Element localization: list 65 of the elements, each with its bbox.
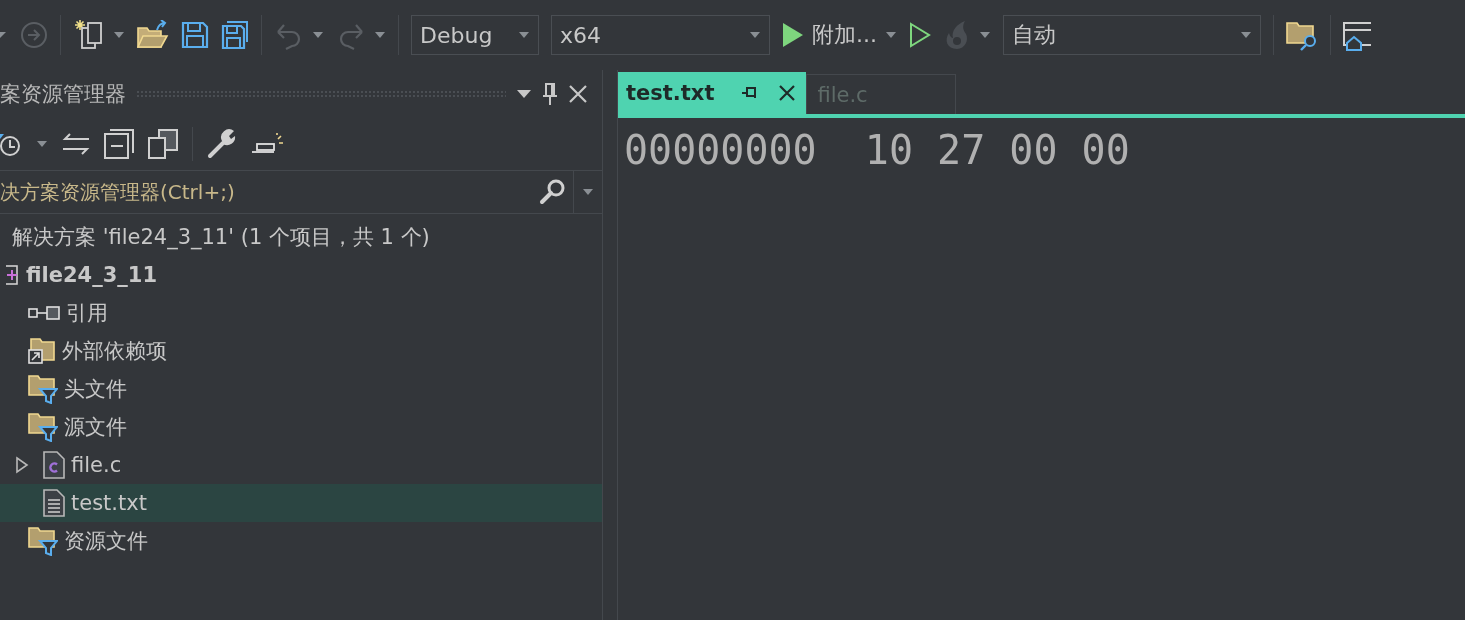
tree-item-label: 资源文件	[64, 528, 148, 555]
save-icon[interactable]	[181, 21, 209, 49]
save-all-icon[interactable]	[221, 21, 249, 49]
caret-icon[interactable]	[979, 31, 991, 39]
tree-item-label: 头文件	[64, 376, 127, 403]
text-file-icon	[43, 489, 65, 517]
new-project-icon[interactable]	[73, 19, 105, 51]
tree-item-label: test.txt	[71, 491, 147, 515]
tab-label: test.txt	[626, 81, 715, 105]
tree-row[interactable]: 资源文件	[0, 522, 602, 560]
folder-search-icon[interactable]	[1286, 19, 1318, 51]
copy-pages-icon[interactable]	[148, 129, 178, 159]
clock-icon[interactable]	[0, 131, 22, 157]
filter-folder-icon	[28, 412, 58, 442]
expand-arrow-icon[interactable]	[15, 456, 29, 474]
preview-toggle-icon[interactable]	[251, 133, 285, 155]
tree-row[interactable]: test.txt	[0, 484, 602, 522]
wrench-icon[interactable]	[207, 129, 237, 159]
configuration-dropdown[interactable]: Debug	[411, 15, 539, 55]
caret-icon	[518, 31, 530, 39]
tree-item-label: file.c	[71, 453, 122, 477]
collapse-all-icon[interactable]	[104, 129, 134, 159]
target-dropdown[interactable]: 自动	[1003, 15, 1261, 55]
tree-item-label: 解决方案 'file24_3_11' (1 个项目，共 1 个)	[12, 224, 430, 251]
platform-dropdown[interactable]: x64	[551, 15, 770, 55]
sync-arrows-icon[interactable]	[62, 133, 90, 155]
start-debugging-label[interactable]: 附加...	[812, 20, 877, 50]
search-icon[interactable]	[539, 178, 567, 206]
close-icon[interactable]	[778, 84, 797, 102]
caret-icon[interactable]	[36, 140, 48, 148]
external-folder-icon	[28, 337, 56, 365]
caret-icon[interactable]	[0, 31, 8, 39]
caret-icon[interactable]	[374, 31, 386, 39]
tree-item-label: file24_3_11	[26, 263, 158, 287]
caret-icon[interactable]	[516, 89, 532, 99]
tree-item-label: 引用	[66, 300, 108, 327]
window-home-icon[interactable]	[1343, 19, 1371, 51]
editor-tab[interactable]: test.txt	[618, 72, 807, 114]
tree-row[interactable]: 引用	[0, 294, 602, 332]
dropdown-caret-icon[interactable]	[582, 188, 594, 196]
tree-row[interactable]: file24_3_11	[0, 256, 602, 294]
play-outline-icon[interactable]	[909, 22, 931, 48]
search-field[interactable]: 决方案资源管理器(Ctrl+;)	[0, 180, 539, 204]
tree-row[interactable]: file.c	[0, 446, 602, 484]
project-icon	[6, 264, 20, 286]
panel-title: 案资源管理器	[0, 81, 126, 108]
tree-row[interactable]: 源文件	[0, 408, 602, 446]
tree-item-label: 源文件	[64, 414, 127, 441]
open-folder-icon[interactable]	[137, 20, 169, 50]
caret-icon[interactable]	[113, 31, 125, 39]
filter-folder-icon	[28, 526, 58, 556]
caret-icon[interactable]	[312, 31, 324, 39]
pin-icon[interactable]	[542, 82, 558, 106]
caret-icon	[749, 31, 761, 39]
tree-row[interactable]: 解决方案 'file24_3_11' (1 个项目，共 1 个)	[0, 218, 602, 256]
c-file-icon	[43, 451, 65, 479]
tree-row[interactable]: 外部依赖项	[0, 332, 602, 370]
filter-folder-icon	[28, 374, 58, 404]
code-line: 00000000 10 27 00 00	[624, 126, 1131, 175]
play-icon[interactable]	[782, 22, 804, 48]
references-icon	[28, 306, 60, 320]
caret-icon[interactable]	[885, 31, 897, 39]
tree-item-label: 外部依赖项	[62, 338, 167, 365]
caret-icon	[1240, 31, 1252, 39]
tree-row[interactable]: 头文件	[0, 370, 602, 408]
